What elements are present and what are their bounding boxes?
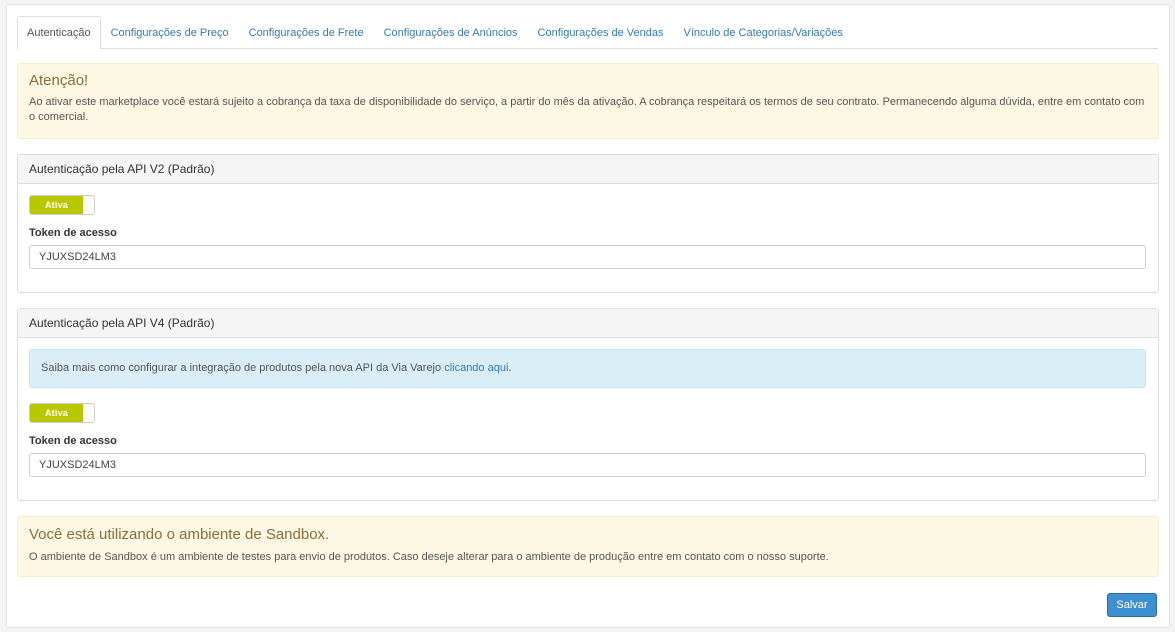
info-link[interactable]: clicando aqui: [444, 362, 508, 374]
tab-autenticacao[interactable]: Autenticação: [17, 16, 101, 49]
tab-configuracoes-frete[interactable]: Configurações de Frete: [239, 16, 374, 48]
panel-api-v4: Autenticação pela API V4 (Padrão) Saiba …: [17, 308, 1159, 501]
toggle-on-label: Ativa: [30, 404, 83, 422]
tab-configuracoes-vendas[interactable]: Configurações de Vendas: [528, 16, 674, 48]
panel-v2-heading: Autenticação pela API V2 (Padrão): [18, 155, 1158, 184]
save-button[interactable]: Salvar: [1107, 593, 1157, 617]
tab-configuracoes-anuncios[interactable]: Configurações de Anúncios: [374, 16, 528, 48]
token-label-v2: Token de acesso: [29, 227, 117, 239]
toggle-on-label: Ativa: [30, 196, 83, 214]
tab-vinculo-categorias[interactable]: Vínculo de Categorias/Variações: [674, 16, 853, 48]
tab-bar: Autenticação Configurações de Preço Conf…: [17, 16, 1158, 49]
settings-container: Autenticação Configurações de Preço Conf…: [6, 4, 1170, 628]
warning-title: Atenção!: [29, 72, 89, 89]
panel-api-v2: Autenticação pela API V2 (Padrão) Ativa …: [17, 154, 1159, 293]
sandbox-alert: Você está utilizando o ambiente de Sandb…: [17, 516, 1159, 577]
api-v2-active-toggle[interactable]: Ativa: [29, 195, 95, 215]
info-suffix: .: [508, 362, 512, 374]
api-v4-active-toggle[interactable]: Ativa: [29, 403, 95, 423]
sandbox-title: Você está utilizando o ambiente de Sandb…: [29, 526, 330, 543]
token-input-v2[interactable]: YJUXSD24LM3: [29, 245, 1146, 269]
panel-v4-heading: Autenticação pela API V4 (Padrão): [18, 309, 1158, 338]
warning-alert: Atenção! Ao ativar este marketplace você…: [17, 63, 1159, 139]
tab-configuracoes-preco[interactable]: Configurações de Preço: [101, 16, 239, 48]
token-input-v4[interactable]: YJUXSD24LM3: [29, 453, 1146, 477]
sandbox-text: O ambiente de Sandbox é um ambiente de t…: [29, 551, 829, 563]
warning-text: Ao ativar este marketplace você estará s…: [29, 96, 1145, 123]
token-label-v4: Token de acesso: [29, 435, 117, 447]
info-text: Saiba mais como configurar a integração …: [41, 362, 445, 374]
info-alert: Saiba mais como configurar a integração …: [29, 349, 1146, 388]
